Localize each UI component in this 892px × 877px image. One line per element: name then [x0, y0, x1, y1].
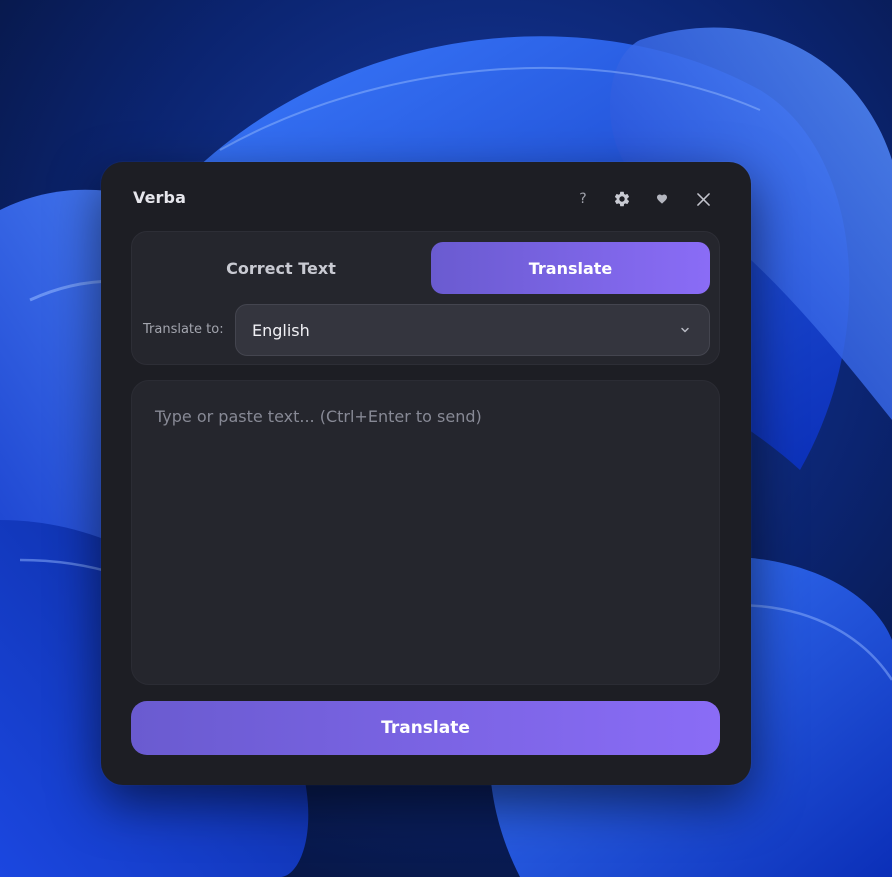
heart-icon	[657, 194, 667, 204]
selected-language: English	[252, 321, 310, 340]
close-button[interactable]	[690, 186, 716, 212]
help-icon: ?	[579, 191, 587, 207]
chevron-down-icon	[681, 327, 689, 333]
support-button[interactable]	[649, 186, 675, 212]
app-title: Verba	[133, 188, 186, 207]
tab-translate[interactable]: Translate	[431, 242, 710, 294]
title-bar[interactable]: Verba ?	[101, 162, 751, 236]
gear-icon	[614, 191, 630, 207]
translate-to-label: Translate to:	[143, 322, 224, 337]
help-button[interactable]: ?	[570, 186, 596, 212]
text-input-panel	[131, 380, 720, 685]
translate-button[interactable]: Translate	[131, 701, 720, 755]
app-window: Verba ? Correct Text Translate Translate…	[101, 162, 751, 785]
close-icon	[696, 192, 710, 206]
mode-panel: Correct Text Translate Translate to: Eng…	[131, 231, 720, 365]
target-language-select[interactable]: English	[235, 304, 710, 356]
tab-correct-text[interactable]: Correct Text	[142, 242, 420, 294]
settings-button[interactable]	[609, 186, 635, 212]
text-input[interactable]	[132, 381, 719, 684]
